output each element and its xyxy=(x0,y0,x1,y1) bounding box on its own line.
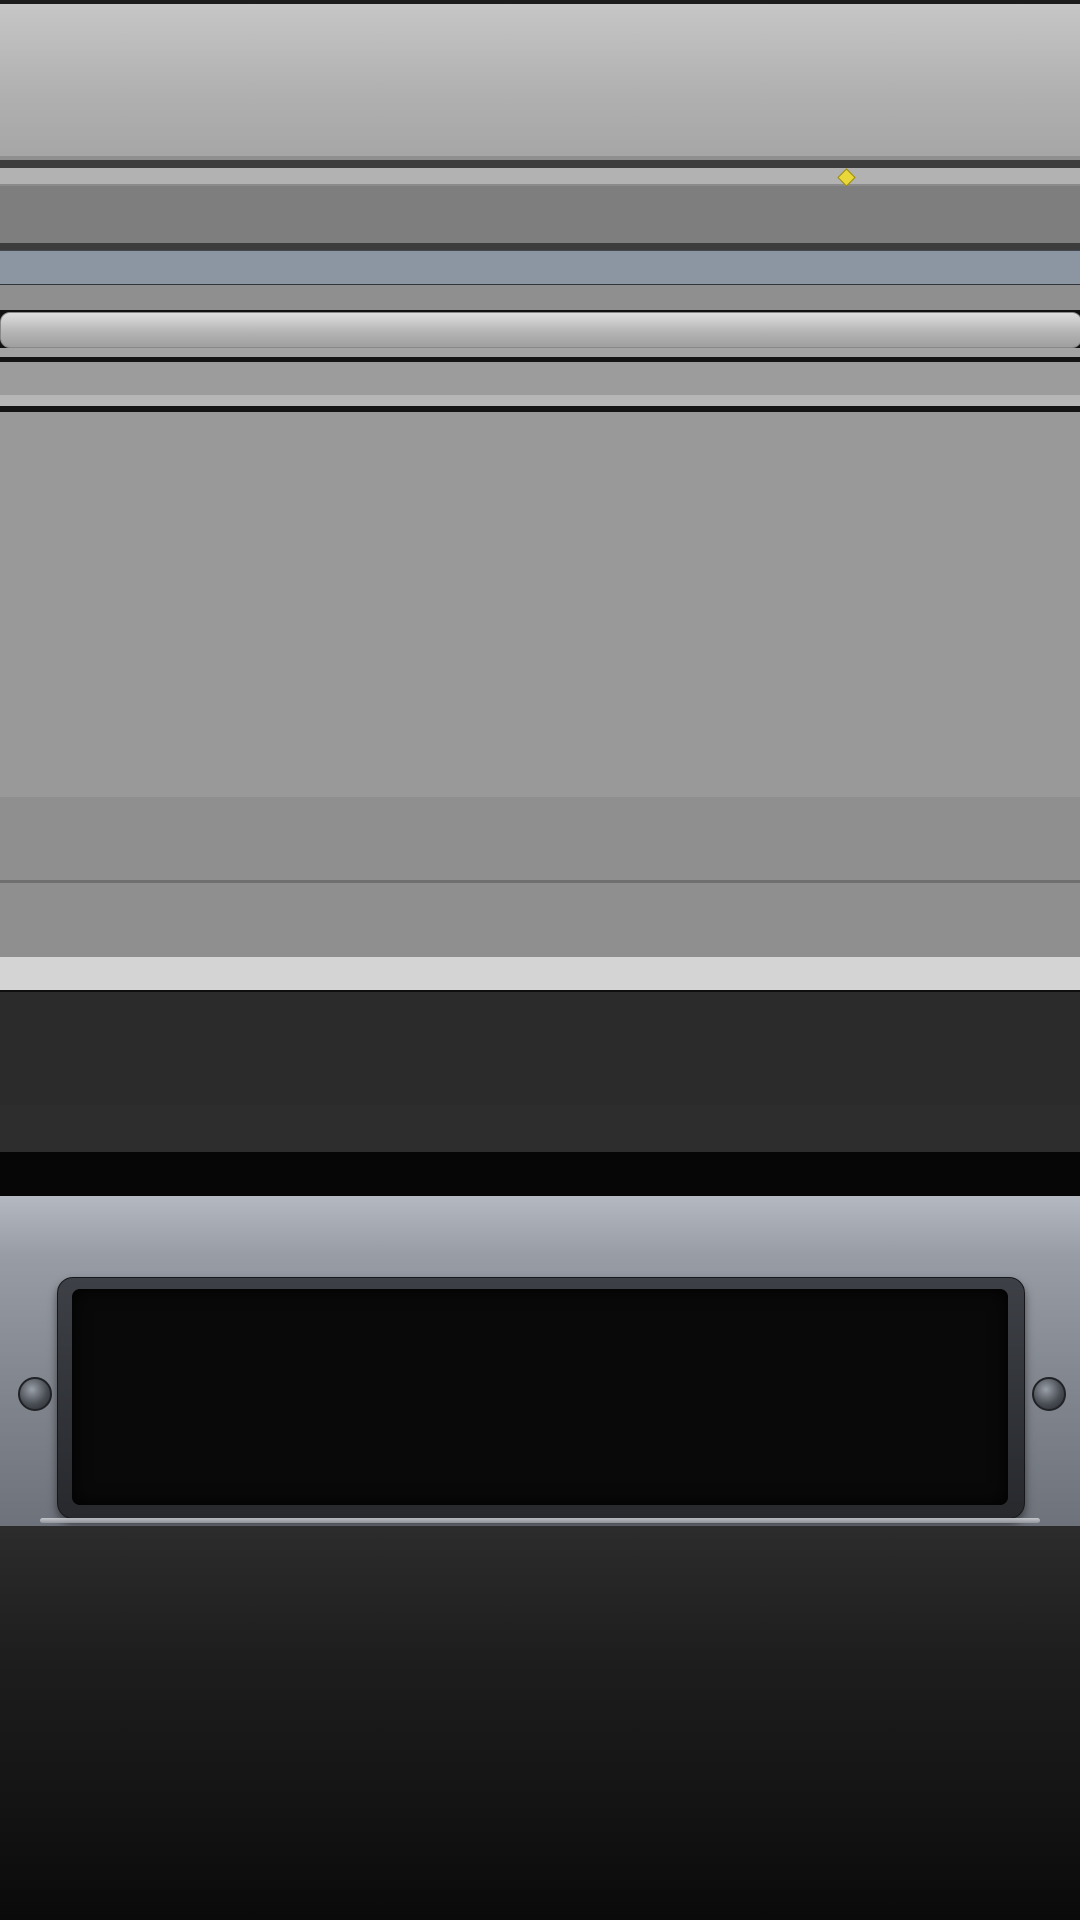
pro-tools-window xyxy=(0,0,1080,1920)
generated-layer xyxy=(0,0,1080,1920)
